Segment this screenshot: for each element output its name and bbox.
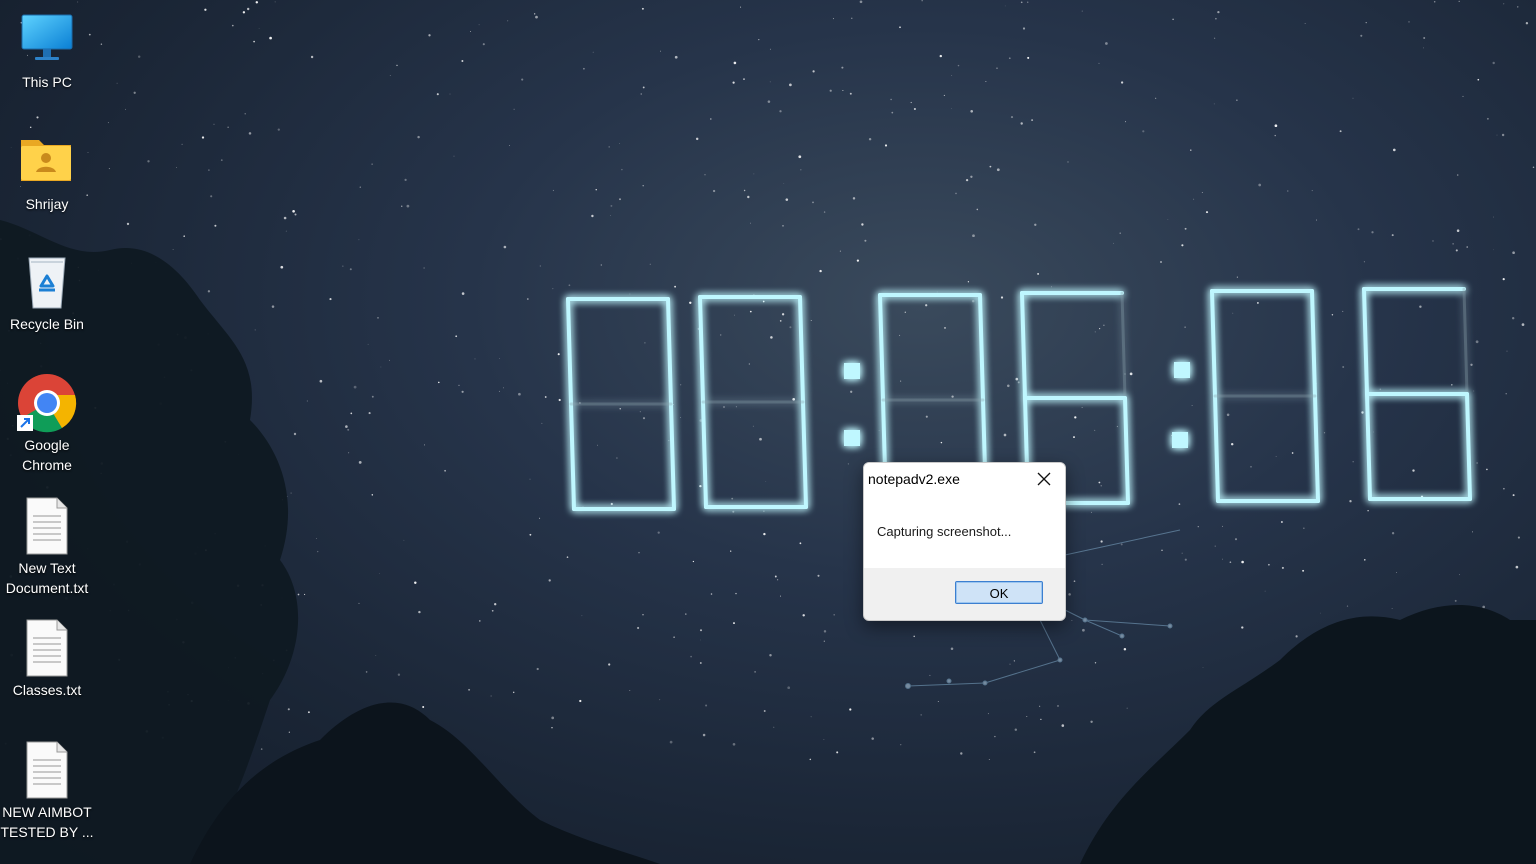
clock-segment — [1365, 392, 1372, 501]
desktop-icon-label: Classes.txt — [12, 682, 82, 698]
text-file-icon — [17, 618, 77, 678]
desktop-icon-label: Google Chrome — [22, 437, 72, 473]
monitor-icon — [17, 10, 77, 70]
dialog-title: notepadv2.exe — [868, 471, 960, 487]
chrome-icon — [17, 373, 77, 433]
text-file-icon — [17, 740, 77, 800]
ok-button[interactable]: OK — [955, 581, 1043, 604]
desktop-icon-google-chrome[interactable]: Google Chrome — [0, 373, 94, 475]
text-file-icon — [17, 496, 77, 556]
clock-colon-dot — [1172, 432, 1188, 448]
clock-segment — [701, 400, 708, 509]
clock-segment — [1210, 289, 1217, 398]
clock-segment — [1362, 287, 1369, 396]
neon-clock — [566, 287, 1472, 689]
user-folder-icon — [17, 132, 77, 192]
desktop-icon-label: Recycle Bin — [10, 316, 84, 332]
clock-segment — [566, 297, 573, 406]
clock-colon-dot — [844, 363, 860, 379]
desktop-icon-label: NEW AIMBOT TESTED BY ... — [0, 804, 94, 840]
clock-segment — [978, 293, 985, 402]
desktop-icon-this-pc[interactable]: This PC — [0, 10, 94, 92]
desktop-icon-shrijay[interactable]: Shrijay — [0, 132, 94, 214]
clock-segment — [1123, 396, 1130, 505]
desktop-icon-new-aimbot[interactable]: NEW AIMBOT TESTED BY ... — [0, 740, 94, 842]
clock-segment — [878, 293, 885, 402]
desktop-icon-label: Shrijay — [25, 196, 69, 212]
clock-segment — [798, 295, 805, 404]
clock-segment — [1020, 291, 1027, 400]
dialog-message: Capturing screenshot... — [877, 524, 1012, 539]
desktop-icon-new-text-document[interactable]: New Text Document.txt — [0, 496, 94, 598]
clock-segment — [569, 402, 576, 511]
desktop-icon-label: New Text Document.txt — [5, 560, 89, 596]
message-dialog: notepadv2.exe Capturing screenshot... OK — [863, 462, 1066, 621]
dialog-footer: OK — [864, 568, 1065, 619]
desktop-icon-recycle-bin[interactable]: Recycle Bin — [0, 252, 94, 334]
clock-segment — [1213, 394, 1220, 503]
clock-segment — [1462, 287, 1469, 396]
clock-colon-dot — [1174, 362, 1190, 378]
close-button[interactable] — [1023, 463, 1065, 494]
recycle-bin-icon — [17, 252, 77, 312]
clock-segment — [666, 297, 673, 406]
clock-segment — [669, 402, 676, 511]
clock-colon-dot — [844, 430, 860, 446]
clock-segment — [1310, 289, 1317, 398]
clock-segment — [1465, 392, 1472, 501]
desktop-icon-label: This PC — [22, 74, 72, 90]
close-icon — [1037, 472, 1051, 485]
clock-segment — [1313, 394, 1320, 503]
desktop-icon-classes[interactable]: Classes.txt — [0, 618, 94, 700]
clock-segment — [1120, 291, 1127, 400]
clock-segment — [698, 295, 705, 404]
dialog-body: Capturing screenshot... — [864, 494, 1065, 568]
dialog-titlebar[interactable]: notepadv2.exe — [864, 463, 1065, 494]
clock-segment — [801, 400, 808, 509]
